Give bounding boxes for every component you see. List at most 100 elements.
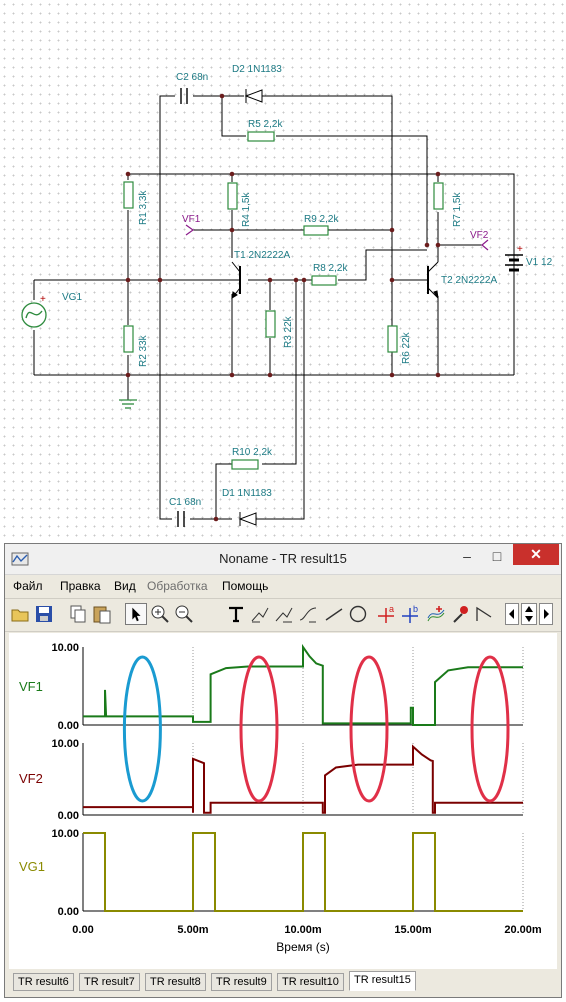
curve-label-icon[interactable] xyxy=(249,603,271,625)
ellipse-icon[interactable] xyxy=(347,603,369,625)
resistor-r10 xyxy=(231,459,259,470)
line-icon[interactable] xyxy=(323,603,345,625)
resistor-r3 xyxy=(265,310,276,338)
ytick-label: 10.00 xyxy=(51,828,79,840)
resistor-r5 xyxy=(247,131,275,142)
ytick-label: 10.00 xyxy=(51,738,79,750)
menu-process[interactable]: Обработка xyxy=(147,579,208,593)
series-line-vg1 xyxy=(83,832,523,912)
menu-edit[interactable]: Правка xyxy=(60,579,101,593)
cursor-b-label: b xyxy=(413,604,418,614)
probe-vf1 xyxy=(185,224,195,236)
pin-plus-vg1: + xyxy=(40,294,46,305)
waveform-plot-area[interactable]: 10.00 0.00 VF1 10.00 0.00 VF2 10.00 0.00 VG1 0.00… xyxy=(9,633,557,969)
diode-d2 xyxy=(244,89,263,103)
tab-tr-result10[interactable]: TR result10 xyxy=(277,973,344,991)
diode-d1 xyxy=(238,512,257,526)
tab-tr-result7[interactable]: TR result7 xyxy=(79,973,140,991)
label-r3: R3 22k xyxy=(283,315,294,348)
label-r8: R8 2,2k xyxy=(313,263,348,274)
signal-source-vg1 xyxy=(21,302,47,328)
schematic-drawing: C2 68n D2 1N1183 R5 2,2k R1 3,3k R4 1,5k… xyxy=(21,64,553,527)
label-r2: R2 33k xyxy=(138,334,149,367)
highlight-ellipse xyxy=(122,655,162,803)
xtick-label: 15.00m xyxy=(394,924,432,936)
formula-icon[interactable] xyxy=(297,603,319,625)
wires xyxy=(33,95,515,520)
label-c2: C2 68n xyxy=(176,72,208,83)
resistor-r2 xyxy=(123,325,134,353)
highlight-ellipse xyxy=(349,655,389,803)
xtick-label: 0.00 xyxy=(72,924,93,936)
label-r9: R9 2,2k xyxy=(304,214,339,225)
resistor-r4 xyxy=(227,182,238,210)
ground-symbol xyxy=(119,399,137,409)
color-picker-icon[interactable] xyxy=(449,603,471,625)
tab-tr-result9[interactable]: TR result9 xyxy=(211,973,272,991)
minimize-button[interactable]: – xyxy=(453,546,481,568)
curve-label-alt-icon[interactable] xyxy=(273,603,295,625)
label-v1: V1 12 xyxy=(526,257,553,268)
tab-tr-result15[interactable]: TR result15 xyxy=(349,971,416,991)
copy-icon[interactable] xyxy=(67,603,89,625)
label-d1: D1 1N1183 xyxy=(222,488,272,499)
tab-tr-result6[interactable]: TR result6 xyxy=(13,973,74,991)
label-vf2: VF2 xyxy=(470,230,489,241)
x-axis-label: Время (s) xyxy=(276,940,329,954)
series-label-vg1: VG1 xyxy=(19,859,45,874)
scroll-updown-icon[interactable] xyxy=(521,603,537,625)
capacitors xyxy=(177,88,188,527)
ytick-label: 0.00 xyxy=(58,906,79,918)
resistor-r9 xyxy=(303,225,329,236)
label-r10: R10 2,2k xyxy=(232,447,273,458)
scroll-left-icon[interactable] xyxy=(505,603,519,625)
xtick-label: 5.00m xyxy=(177,924,208,936)
resistor-r6 xyxy=(387,325,398,353)
zoom-out-icon[interactable] xyxy=(173,603,195,625)
menu-help[interactable]: Помощь xyxy=(222,579,268,593)
label-t1: T1 2N2222A xyxy=(234,250,290,261)
zoom-in-icon[interactable] xyxy=(149,603,171,625)
resistor-r8 xyxy=(311,275,337,286)
label-r6: R6 22k xyxy=(401,331,412,364)
maximize-button[interactable]: □ xyxy=(483,546,511,568)
junction-dots xyxy=(125,93,441,522)
step-icon[interactable] xyxy=(473,603,495,625)
paste-icon[interactable] xyxy=(91,603,113,625)
label-vg1: VG1 xyxy=(62,292,82,303)
resistor-r1 xyxy=(123,181,134,209)
circuit-schematic[interactable]: C2 68n D2 1N1183 R5 2,2k R1 3,3k R4 1,5k… xyxy=(0,0,566,540)
ytick-label: 0.00 xyxy=(58,810,79,822)
label-t2: T2 2N2222A xyxy=(441,275,497,286)
close-button[interactable]: ✕ xyxy=(513,544,559,565)
xtick-label: 20.00m xyxy=(504,924,542,936)
cursor-a-icon[interactable]: a xyxy=(375,603,397,625)
label-r1: R1 3,3k xyxy=(138,190,149,225)
ytick-label: 10.00 xyxy=(51,642,79,654)
scroll-right-icon[interactable] xyxy=(539,603,553,625)
pin-plus-v1: + xyxy=(517,244,523,255)
toolbar: a b xyxy=(5,598,561,632)
title-bar[interactable]: Noname - TR result15 – □ ✕ xyxy=(5,544,561,575)
open-folder-icon[interactable] xyxy=(9,603,31,625)
add-curve-icon[interactable] xyxy=(425,603,447,625)
label-c1: C1 68n xyxy=(169,497,201,508)
highlight-ellipse xyxy=(239,655,279,803)
save-icon[interactable] xyxy=(33,603,55,625)
tina-result-window: Noname - TR result15 – □ ✕ Файл Правка В… xyxy=(4,543,562,998)
tab-tr-result8[interactable]: TR result8 xyxy=(145,973,206,991)
menu-view[interactable]: Вид xyxy=(114,579,136,593)
resistors xyxy=(123,131,444,470)
label-r7: R7 1,5k xyxy=(452,192,463,227)
ytick-label: 0.00 xyxy=(58,720,79,732)
cursor-a-label: a xyxy=(389,604,394,614)
highlight-ellipse xyxy=(470,655,510,803)
menu-file[interactable]: Файл xyxy=(13,579,43,593)
text-tool-icon[interactable] xyxy=(225,603,247,625)
cursor-b-icon[interactable]: b xyxy=(399,603,421,625)
label-vf1: VF1 xyxy=(182,214,201,225)
label-r4: R4 1,5k xyxy=(241,192,252,227)
pointer-icon[interactable] xyxy=(125,603,147,625)
result-tabs: TR result6 TR result7 TR result8 TR result9… xyxy=(9,970,557,994)
resistor-r7 xyxy=(433,182,444,210)
